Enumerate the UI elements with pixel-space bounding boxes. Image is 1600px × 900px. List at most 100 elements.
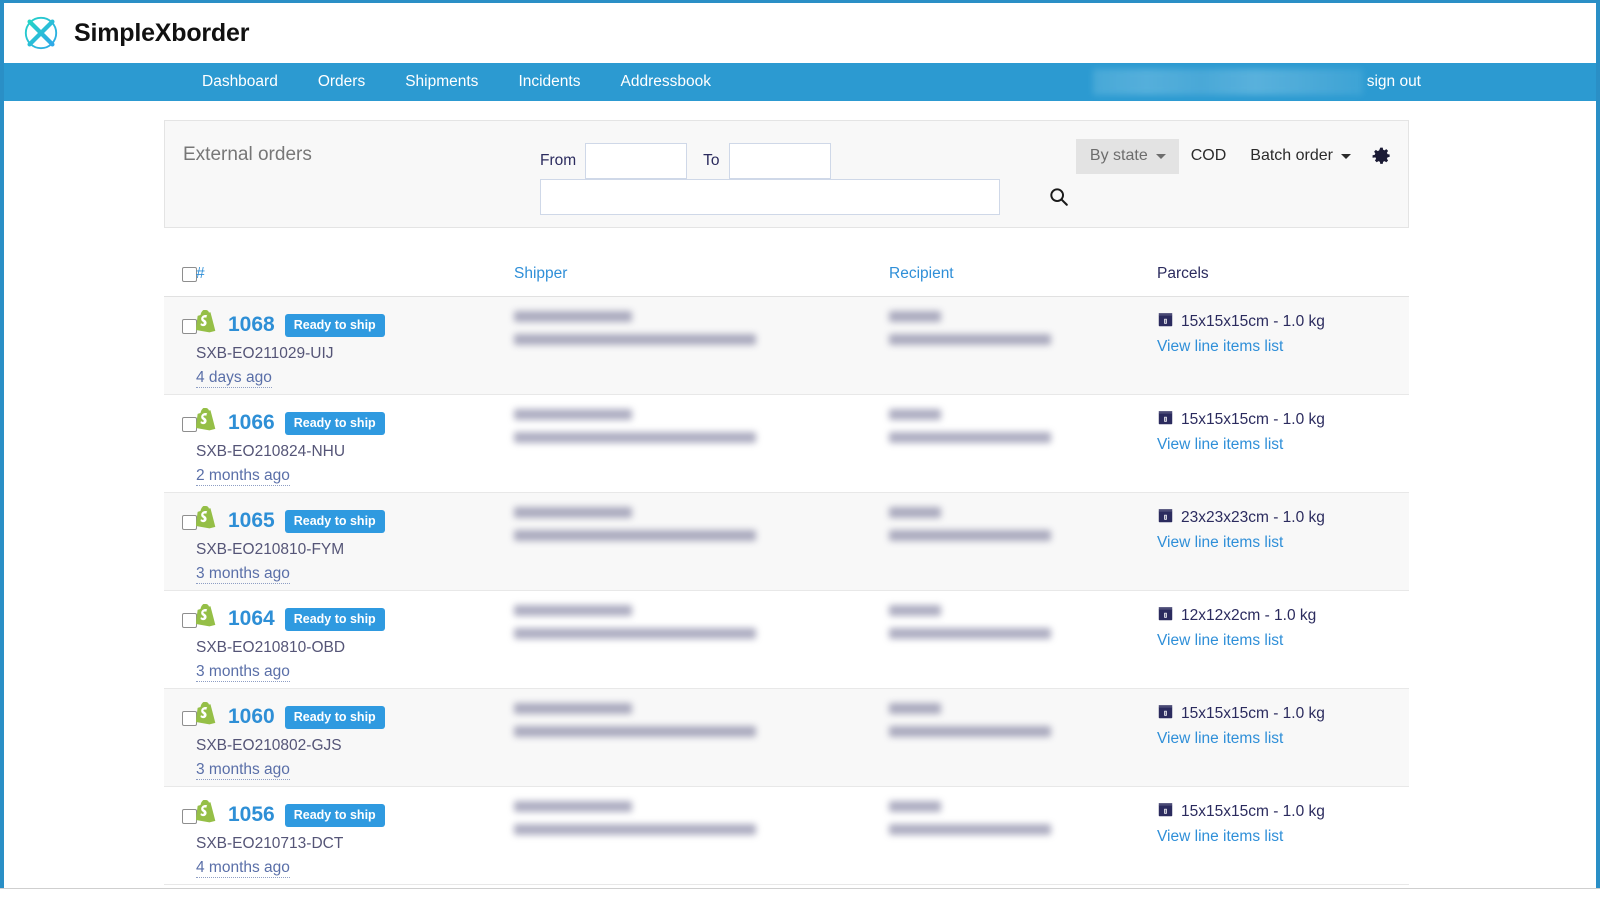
brand-name: SimpleXborder <box>74 18 250 47</box>
status-badge[interactable]: Ready to ship <box>284 607 385 631</box>
order-age[interactable]: 4 months ago <box>196 859 290 878</box>
user-account-label[interactable] <box>1092 69 1363 95</box>
row-checkbox[interactable] <box>182 319 197 334</box>
view-line-items-link[interactable]: View line items list <box>1157 730 1397 748</box>
row-checkbox[interactable] <box>182 515 197 530</box>
recipient-redacted <box>889 311 1157 345</box>
view-line-items-link[interactable]: View line items list <box>1157 534 1397 552</box>
order-number-link[interactable]: 1068 <box>228 313 275 337</box>
from-date-input[interactable] <box>585 143 688 179</box>
order-reference: SXB-EO210802-GJS <box>196 737 342 754</box>
order-reference: SXB-EO210810-FYM <box>196 541 345 558</box>
shipper-redacted <box>514 311 889 345</box>
header-label-shipper[interactable]: Shipper <box>514 265 567 282</box>
shipper-cell <box>514 801 889 884</box>
status-badge[interactable]: Ready to ship <box>284 411 385 435</box>
nav-item-addressbook[interactable]: Addressbook <box>600 63 730 101</box>
x-circle-logo-icon[interactable] <box>22 14 60 52</box>
status-badge[interactable]: Ready to ship <box>284 803 385 827</box>
row-checkbox[interactable] <box>182 613 197 628</box>
select-all-checkbox[interactable] <box>182 266 197 282</box>
header-cell-shipper: Shipper <box>514 265 889 283</box>
app-page: SimpleXborder Dashboard Orders Shipments… <box>0 0 1600 900</box>
order-number-link[interactable]: 1064 <box>228 607 275 631</box>
shipper-cell <box>514 703 889 786</box>
shopify-icon <box>195 505 218 536</box>
parcel-dimensions-text: 15x15x15cm - 1.0 kg <box>1181 803 1325 820</box>
status-badge[interactable]: Ready to ship <box>284 313 385 337</box>
order-age[interactable]: 3 months ago <box>196 663 290 682</box>
recipient-cell <box>889 703 1157 786</box>
view-line-items-link[interactable]: View line items list <box>1157 632 1397 650</box>
row-checkbox[interactable] <box>182 809 197 824</box>
order-number-link[interactable]: 1056 <box>228 803 275 827</box>
to-label: To <box>703 152 720 169</box>
cod-label: COD <box>1190 147 1227 164</box>
shopify-icon <box>195 309 218 340</box>
order-number-link[interactable]: 1066 <box>228 411 275 435</box>
table-row[interactable]: 1068 Ready to ship SXB-EO211029-UIJ 4 da… <box>164 297 1409 395</box>
nav-item-orders[interactable]: Orders <box>298 63 385 101</box>
by-state-dropdown[interactable]: By state <box>1075 139 1179 174</box>
view-line-items-link[interactable]: View line items list <box>1157 436 1397 454</box>
order-headline: 1060 Ready to ship <box>195 701 514 731</box>
row-checkbox[interactable] <box>182 417 197 432</box>
shipper-cell <box>514 605 889 688</box>
recipient-redacted <box>889 801 1157 835</box>
recipient-cell <box>889 507 1157 590</box>
main-navbar: Dashboard Orders Shipments Incidents Add… <box>4 63 1596 101</box>
table-row[interactable]: 1064 Ready to ship SXB-EO210810-OBD 3 mo… <box>164 591 1409 689</box>
parcels-cell: 15x15x15cm - 1.0 kg View line items list <box>1157 703 1397 786</box>
status-badge[interactable]: Ready to ship <box>284 705 385 729</box>
order-number-link[interactable]: 1065 <box>228 509 275 533</box>
row-checkbox[interactable] <box>182 711 197 726</box>
view-line-items-link[interactable]: View line items list <box>1157 338 1397 356</box>
recipient-redacted <box>889 605 1157 639</box>
order-cell: 1056 Ready to ship SXB-EO210713-DCT 4 mo… <box>195 799 514 884</box>
parcels-cell: 12x12x2cm - 1.0 kg View line items list <box>1157 605 1397 688</box>
row-select-cell <box>164 507 197 590</box>
shopify-icon <box>195 799 218 830</box>
order-age[interactable]: 2 months ago <box>196 467 290 486</box>
order-reference: SXB-EO210810-OBD <box>196 639 346 656</box>
table-row[interactable]: 1056 Ready to ship SXB-EO210713-DCT 4 mo… <box>164 787 1409 885</box>
table-row[interactable]: 1065 Ready to ship SXB-EO210810-FYM 3 mo… <box>164 493 1409 591</box>
nav-item-incidents[interactable]: Incidents <box>498 63 600 101</box>
search-input[interactable] <box>540 179 1000 215</box>
to-date-input[interactable] <box>728 143 831 179</box>
gear-icon[interactable] <box>1371 146 1392 167</box>
table-row[interactable]: 1060 Ready to ship SXB-EO210802-GJS 3 mo… <box>164 689 1409 787</box>
shipper-redacted <box>514 801 889 835</box>
box-icon <box>1157 409 1174 431</box>
cod-button[interactable]: COD <box>1179 139 1239 174</box>
box-icon <box>1157 703 1174 725</box>
parcel-dimensions: 15x15x15cm - 1.0 kg <box>1157 311 1397 333</box>
order-cell: 1060 Ready to ship SXB-EO210802-GJS 3 mo… <box>195 701 514 786</box>
row-select-cell <box>164 605 197 688</box>
view-line-items-link[interactable]: View line items list <box>1157 828 1397 846</box>
nav-item-dashboard[interactable]: Dashboard <box>182 63 298 101</box>
order-cell: 1064 Ready to ship SXB-EO210810-OBD 3 mo… <box>195 603 514 688</box>
parcel-dimensions-text: 12x12x2cm - 1.0 kg <box>1181 607 1317 624</box>
row-select-cell <box>164 311 197 394</box>
order-age[interactable]: 3 months ago <box>196 565 290 584</box>
box-icon <box>1157 605 1174 627</box>
batch-order-dropdown[interactable]: Batch order <box>1238 139 1363 174</box>
status-badge[interactable]: Ready to ship <box>284 509 385 533</box>
shipper-cell <box>514 507 889 590</box>
nav-item-shipments[interactable]: Shipments <box>385 63 498 101</box>
recipient-redacted <box>889 409 1157 443</box>
header-label-recipient[interactable]: Recipient <box>889 265 954 282</box>
window-frame-left <box>0 0 4 900</box>
nav-items: Dashboard Orders Shipments Incidents Add… <box>182 63 731 101</box>
search-icon[interactable] <box>1046 184 1072 210</box>
order-number-link[interactable]: 1060 <box>228 705 275 729</box>
shopify-icon <box>195 407 218 438</box>
order-age[interactable]: 4 days ago <box>196 369 272 388</box>
order-age[interactable]: 3 months ago <box>196 761 290 780</box>
shipper-redacted <box>514 703 889 737</box>
sign-out-link[interactable]: sign out <box>1367 73 1421 91</box>
header-label-number[interactable]: # <box>196 265 205 282</box>
page-title: External orders <box>183 144 312 165</box>
table-row[interactable]: 1066 Ready to ship SXB-EO210824-NHU 2 mo… <box>164 395 1409 493</box>
